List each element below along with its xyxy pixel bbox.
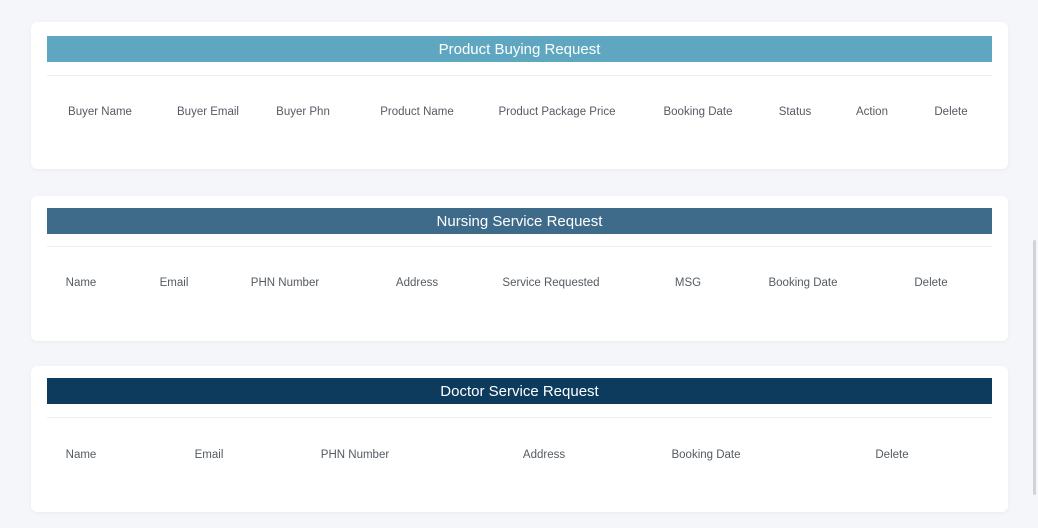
col-address: Address <box>395 277 439 289</box>
col-service-requested: Service Requested <box>502 277 600 289</box>
product-buying-request-title: Product Buying Request <box>47 36 992 62</box>
col-product-name: Product Name <box>380 106 454 118</box>
doctor-service-request-card: Doctor Service Request Name Email PHN Nu… <box>31 366 1008 512</box>
col-product-package-price: Product Package Price <box>498 106 616 118</box>
divider <box>47 246 992 247</box>
col-booking-date: Booking Date <box>671 449 741 461</box>
col-booking-date: Booking Date <box>768 277 838 289</box>
col-action: Action <box>856 106 888 118</box>
col-delete: Delete <box>875 449 909 461</box>
col-msg: MSG <box>674 277 702 289</box>
col-buyer-phn: Buyer Phn <box>276 106 330 118</box>
divider <box>47 417 992 418</box>
col-email: Email <box>194 449 224 461</box>
col-email: Email <box>159 277 189 289</box>
col-address: Address <box>522 449 566 461</box>
doctor-table-header: Name Email PHN Number Address Booking Da… <box>31 449 1008 469</box>
nursing-table-header: Name Email PHN Number Address Service Re… <box>31 277 1008 297</box>
vertical-scrollbar[interactable] <box>1033 240 1036 495</box>
col-buyer-email: Buyer Email <box>177 106 239 118</box>
col-phn-number: PHN Number <box>250 277 320 289</box>
col-buyer-name: Buyer Name <box>68 106 132 118</box>
col-delete: Delete <box>914 277 948 289</box>
divider <box>47 75 992 76</box>
col-delete: Delete <box>934 106 968 118</box>
col-name: Name <box>65 449 97 461</box>
doctor-service-request-title: Doctor Service Request <box>47 378 992 404</box>
col-name: Name <box>65 277 97 289</box>
product-table-header: Buyer Name Buyer Email Buyer Phn Product… <box>31 106 1008 126</box>
nursing-service-request-card: Nursing Service Request Name Email PHN N… <box>31 196 1008 341</box>
col-booking-date: Booking Date <box>663 106 733 118</box>
nursing-service-request-title: Nursing Service Request <box>47 208 992 234</box>
product-buying-request-card: Product Buying Request Buyer Name Buyer … <box>31 22 1008 169</box>
col-phn-number: PHN Number <box>320 449 390 461</box>
col-status: Status <box>778 106 812 118</box>
